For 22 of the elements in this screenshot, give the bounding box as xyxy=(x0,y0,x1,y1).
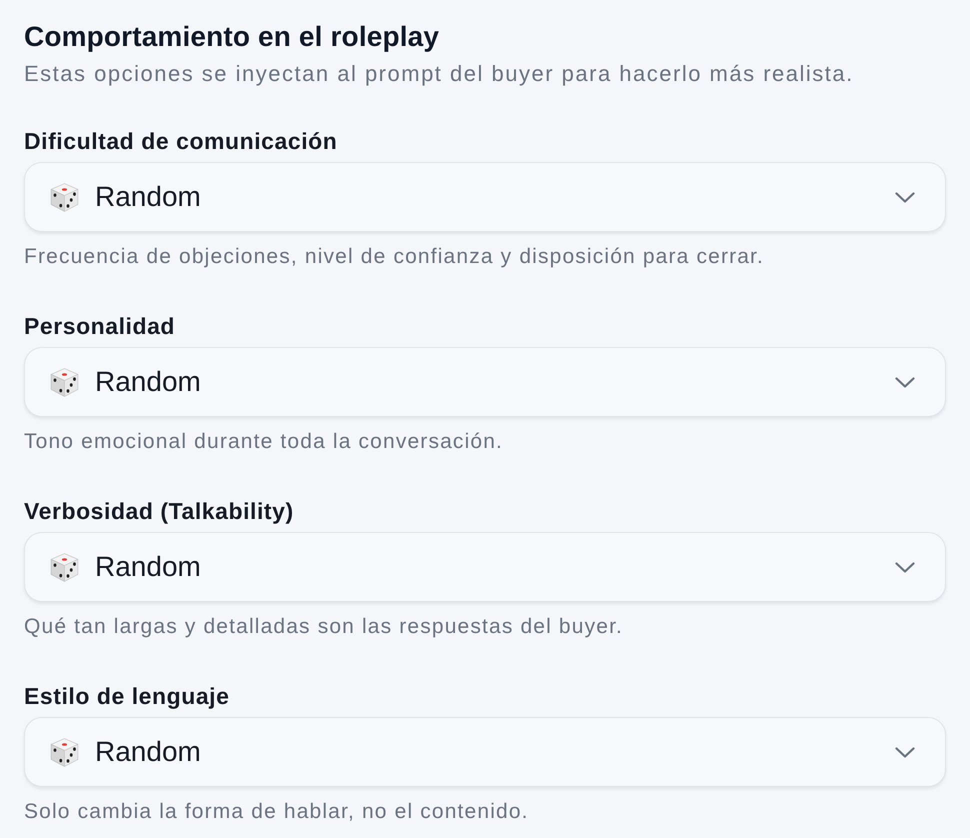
help-text: Qué tan largas y detalladas son las respuestas del buyer. xyxy=(24,614,624,640)
help-text: Solo cambia la forma de hablar, no el contenido. xyxy=(24,799,530,825)
dice-icon xyxy=(50,552,79,582)
field-label: Estilo de lenguaje xyxy=(24,682,230,710)
dice-icon xyxy=(50,368,79,396)
help-text: Frecuencia de objeciones, nivel de confianza y disposición para cerrar. xyxy=(24,244,766,270)
field-label: Personalidad xyxy=(24,312,176,340)
field-label: Dificultad de comunicación xyxy=(24,127,338,155)
section-description: Estas opciones se inyectan al prompt del buyer para hacerlo más realista. xyxy=(24,60,855,88)
dropdown[interactable]: Random xyxy=(24,162,946,232)
dice-icon xyxy=(50,182,79,212)
chevron-down-icon xyxy=(895,562,915,572)
chevron-down-icon xyxy=(895,192,915,202)
field-label: Verbosidad (Talkability) xyxy=(24,497,295,525)
dice-icon xyxy=(50,738,79,766)
section-title: Comportamiento en el roleplay xyxy=(24,20,440,54)
dropdown[interactable]: Random xyxy=(24,532,946,602)
dropdown[interactable]: Random xyxy=(24,717,946,787)
chevron-down-icon xyxy=(895,376,915,388)
help-text: Tono emocional durante toda la conversación. xyxy=(24,429,504,455)
chevron-down-icon xyxy=(895,746,915,758)
dropdown[interactable]: Random xyxy=(24,347,946,417)
